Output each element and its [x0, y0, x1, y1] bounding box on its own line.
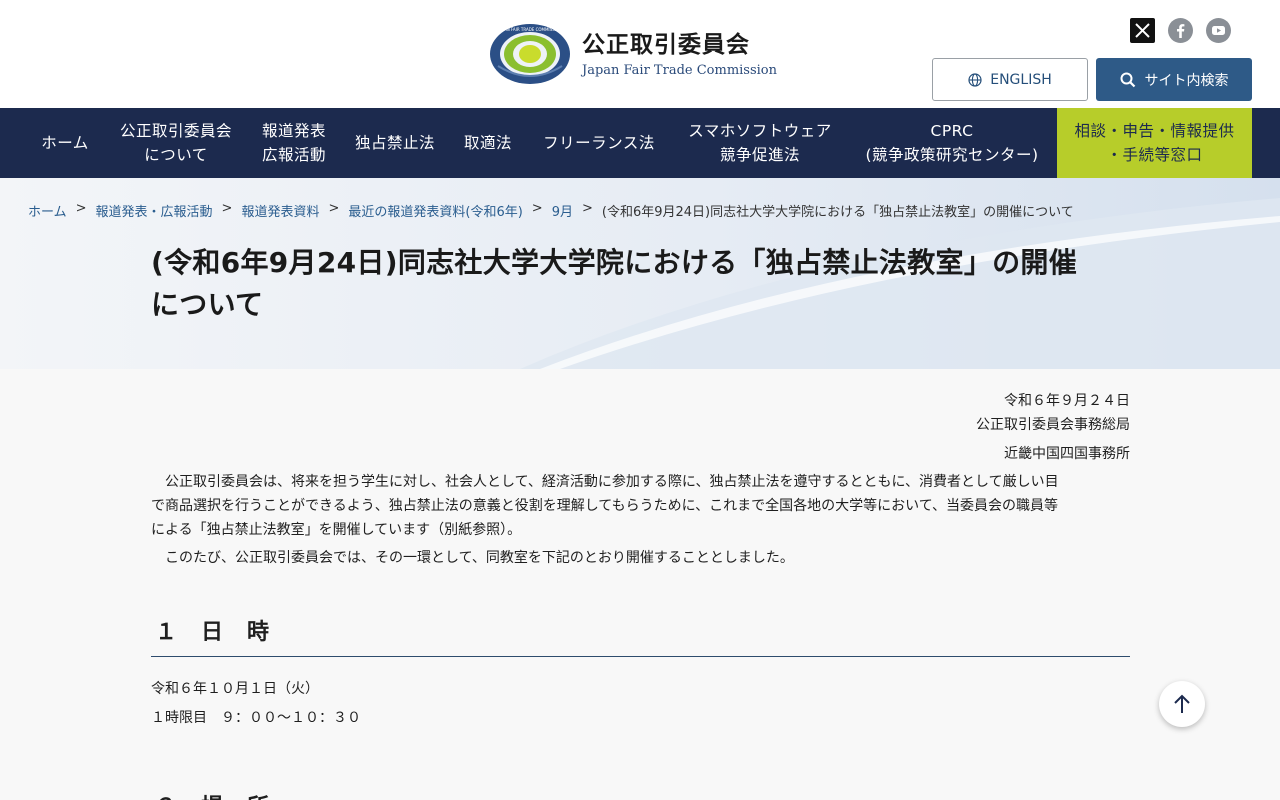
- back-to-top-button[interactable]: [1159, 681, 1205, 727]
- breadcrumb: ホーム > 報道発表・広報活動 > 報道発表資料 > 最近の報道発表資料(令和6…: [28, 201, 1074, 220]
- nav-item-press[interactable]: 報道発表 広報活動: [252, 108, 336, 178]
- document-meta: 令和６年９月２４日 公正取引委員会事務総局 近畿中国四国事務所: [151, 389, 1130, 466]
- site-logo[interactable]: JAPAN FAIR TRADE COMMISSION 公正取引委員会 Japa…: [488, 22, 777, 86]
- page-hero: ホーム > 報道発表・広報活動 > 報道発表資料 > 最近の報道発表資料(令和6…: [0, 178, 1280, 369]
- breadcrumb-item-press-materials[interactable]: 報道発表資料: [241, 201, 319, 220]
- english-label: ENGLISH: [990, 71, 1052, 88]
- nav-item-consultation[interactable]: 相談・申告・情報提供 ・手続等窓口: [1057, 108, 1252, 178]
- nav-item-antimonopoly[interactable]: 独占禁止法: [345, 108, 445, 178]
- svg-text:JAPAN FAIR TRADE COMMISSION: JAPAN FAIR TRADE COMMISSION: [497, 27, 562, 32]
- breadcrumb-item-press[interactable]: 報道発表・広報活動: [96, 201, 213, 220]
- nav-item-home[interactable]: ホーム: [28, 108, 102, 178]
- facebook-icon[interactable]: [1168, 18, 1193, 43]
- issuer-org: 公正取引委員会事務総局: [976, 417, 1130, 433]
- global-nav: ホーム 公正取引委員会 について 報道発表 広報活動 独占禁止法 取適法 フリーラン…: [0, 108, 1280, 178]
- section-heading-location: ２ 場 所: [151, 789, 1130, 800]
- youtube-icon[interactable]: [1206, 18, 1231, 43]
- intro-paragraph: 公正取引委員会は、将来を担う学生に対し、社会人として、経済活動に参加する際に、独…: [151, 474, 1059, 538]
- english-button[interactable]: ENGLISH: [932, 58, 1088, 101]
- datetime-detail: 令和６年１０月１日（火） １時限目 ９：００〜１０：３０: [151, 681, 361, 726]
- nav-item-subcontract[interactable]: 取適法: [455, 108, 521, 178]
- nav-item-about[interactable]: 公正取引委員会 について: [110, 108, 242, 178]
- breadcrumb-item-recent[interactable]: 最近の報道発表資料(令和6年): [348, 201, 522, 220]
- breadcrumb-item-september[interactable]: 9月: [552, 201, 573, 220]
- social-links: [1130, 18, 1231, 43]
- section-heading-datetime: １ 日 時: [151, 614, 1130, 657]
- jftc-emblem-icon: JAPAN FAIR TRADE COMMISSION: [490, 24, 570, 84]
- main-content: 令和６年９月２４日 公正取引委員会事務総局 近畿中国四国事務所 公正取引委員会は…: [151, 369, 1130, 800]
- issuer-office: 近畿中国四国事務所: [1004, 446, 1130, 462]
- breadcrumb-item-home[interactable]: ホーム: [28, 201, 67, 220]
- globe-icon: [968, 72, 982, 87]
- breadcrumb-current: (令和6年9月24日)同志社大学大学院における「独占禁止法教室」の開催について: [601, 205, 1074, 220]
- logo-title-ja: 公正取引委員会: [582, 31, 750, 58]
- nav-item-freelance[interactable]: フリーランス法: [532, 108, 666, 178]
- arrow-up-icon: [1174, 694, 1190, 713]
- site-header: JAPAN FAIR TRADE COMMISSION 公正取引委員会 Japa…: [0, 0, 1280, 108]
- publish-date: 令和６年９月２４日: [1004, 393, 1130, 409]
- announcement-paragraph: このたび、公正取引委員会では、その一環として、同教室を下記のとおり開催することと…: [165, 550, 794, 566]
- x-icon[interactable]: [1130, 18, 1155, 43]
- nav-item-smartphone[interactable]: スマホソフトウェア 競争促進法: [676, 108, 844, 178]
- search-label: サイト内検索: [1144, 72, 1229, 89]
- page-title: (令和6年9月24日)同志社大学大学院における「独占禁止法教室」の開催 について: [151, 246, 1078, 321]
- nav-item-cprc[interactable]: CPRC (競争政策研究センター): [853, 108, 1051, 178]
- site-search-button[interactable]: サイト内検索: [1096, 58, 1252, 101]
- search-icon: [1120, 72, 1135, 87]
- logo-title-en: Japan Fair Trade Commission: [582, 62, 777, 78]
